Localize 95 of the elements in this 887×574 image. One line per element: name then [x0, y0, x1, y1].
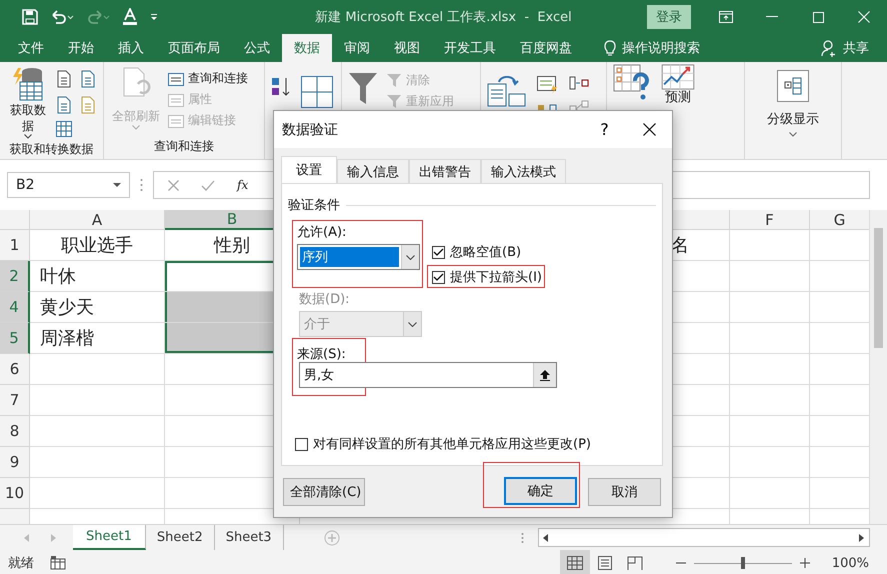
filter-icon[interactable] — [348, 72, 378, 106]
close-icon[interactable] — [643, 123, 656, 136]
list-icon[interactable] — [168, 70, 184, 86]
ribbon-tab[interactable]: 公式 — [232, 34, 282, 62]
page-icon — [596, 556, 613, 570]
caret-icon[interactable] — [789, 132, 797, 137]
column-header[interactable]: G — [810, 210, 869, 230]
forecast-sheet-icon[interactable] — [661, 64, 695, 90]
sheet-tab[interactable]: Sheet1 — [73, 525, 146, 550]
row-header[interactable]: 9 — [0, 447, 30, 478]
outline-icon — [777, 70, 809, 102]
login-button[interactable]: 登录 — [647, 5, 691, 29]
name-box[interactable]: B2 — [7, 172, 130, 198]
insert-function-button[interactable]: fx — [237, 178, 248, 192]
ribbon-tab[interactable]: 插入 — [106, 34, 156, 62]
flash-fill-icon[interactable] — [537, 76, 559, 94]
minimize-icon[interactable] — [766, 16, 778, 18]
scroll-left-icon[interactable] — [543, 534, 549, 542]
dialog-button[interactable]: 全部清除(C) — [283, 478, 365, 506]
zoom-slider-thumb[interactable] — [740, 557, 745, 569]
dialog-tab[interactable]: 出错警告 — [409, 159, 481, 183]
row-header[interactable]: 2 — [0, 261, 30, 292]
window-title: 新建 Microsoft Excel 工作表.xlsx - Excel — [315, 9, 572, 26]
table-cell: 职业选手 — [30, 230, 165, 261]
source-input[interactable]: 男,女 — [299, 362, 557, 388]
field-label: 来源(S): — [297, 346, 347, 363]
zoom-in-icon[interactable] — [800, 558, 810, 568]
undo-icon[interactable] — [50, 10, 74, 24]
vertical-scrollbar[interactable] — [869, 210, 887, 524]
row-header[interactable]: 4 — [0, 292, 30, 323]
table-cell: 叶休 — [30, 261, 165, 292]
ribbon-display-icon[interactable] — [719, 11, 733, 23]
outline-button[interactable]: 分级显示 — [765, 70, 821, 137]
sort-ascending-icon[interactable] — [271, 76, 291, 98]
horizontal-scrollbar[interactable] — [538, 528, 870, 547]
group-label: 获取和转换数据 — [8, 141, 94, 158]
maximize-icon[interactable] — [812, 12, 824, 22]
zoom-level[interactable]: 100% — [832, 556, 869, 570]
checkmark-icon — [433, 272, 444, 282]
dialog-button[interactable]: 取消 — [588, 478, 661, 506]
collapse-dialog-icon[interactable] — [540, 370, 550, 380]
tell-me-search[interactable]: 操作说明搜索 — [622, 39, 700, 57]
dialog-tab[interactable]: 输入法模式 — [481, 159, 566, 183]
ribbon-tab[interactable]: 百度网盘 — [508, 34, 584, 62]
checkbox[interactable]: 提供下拉箭头(I) — [427, 265, 545, 288]
ribbon-tab[interactable]: 页面布局 — [156, 34, 232, 62]
row-header[interactable]: 1 — [0, 230, 30, 261]
forecast-label: 预测 — [665, 90, 691, 105]
caret-icon[interactable] — [24, 134, 32, 139]
ribbon-tab[interactable]: 开始 — [56, 34, 106, 62]
customize-icon[interactable] — [150, 13, 158, 21]
what-if-analysis-icon[interactable] — [613, 64, 649, 100]
row-header[interactable]: 8 — [0, 416, 30, 447]
dropdown-arrow-icon[interactable] — [113, 183, 121, 187]
column-header[interactable]: A — [30, 210, 165, 230]
grip-icon — [521, 532, 524, 544]
row-header[interactable]: 5 — [0, 323, 30, 354]
checkmark-icon — [433, 248, 444, 256]
help-button[interactable]: ? — [582, 119, 627, 140]
macro-recording-icon[interactable] — [50, 556, 66, 570]
ribbon-tab[interactable]: 数据 — [282, 34, 332, 62]
scroll-right-icon[interactable] — [859, 534, 865, 542]
person-icon[interactable] — [821, 40, 837, 56]
checkbox[interactable]: 忽略空值(B) — [427, 240, 545, 263]
table-icon[interactable] — [56, 121, 74, 139]
grip-icon — [140, 178, 143, 192]
dialog-tab[interactable]: 设置 — [281, 156, 337, 183]
allow-dropdown[interactable]: 序列 — [297, 244, 420, 270]
get-data-button[interactable]: 获取数据 — [6, 66, 50, 139]
column-header[interactable]: F — [730, 210, 810, 230]
row-header[interactable]: 6 — [0, 354, 30, 385]
ribbon-tab[interactable]: 视图 — [382, 34, 432, 62]
dialog-button[interactable]: 确定 — [504, 476, 577, 504]
row-header[interactable]: 7 — [0, 385, 30, 416]
ribbon-command[interactable]: 查询和连接 — [168, 70, 248, 87]
row-header[interactable]: 10 — [0, 478, 30, 509]
status-text: 就绪 — [8, 555, 34, 572]
database-table-icon — [12, 66, 44, 102]
dialog-tab[interactable]: 输入信息 — [337, 159, 409, 183]
group-label: 查询和连接 — [153, 138, 215, 155]
ribbon-tab[interactable]: 审阅 — [332, 34, 382, 62]
text-to-columns-icon[interactable] — [487, 76, 527, 108]
grid-icon — [566, 556, 583, 570]
save-icon[interactable] — [22, 9, 38, 25]
page-break-icon — [626, 556, 643, 570]
checkbox[interactable]: 对有同样设置的所有其他单元格应用这些更改(P) — [290, 432, 656, 455]
field-label: 数据(D): — [299, 291, 351, 308]
share-button[interactable]: 共享 — [843, 39, 869, 57]
ribbon-tab[interactable]: 文件 — [6, 34, 56, 62]
ribbon-tab[interactable]: 开发工具 — [432, 34, 508, 62]
dialog-title: 数据验证 — [282, 120, 339, 138]
lightbulb-icon[interactable] — [604, 40, 616, 56]
caret-icon[interactable] — [406, 254, 415, 260]
normal-view-button[interactable] — [560, 550, 590, 574]
font-color-icon[interactable] — [122, 8, 138, 26]
